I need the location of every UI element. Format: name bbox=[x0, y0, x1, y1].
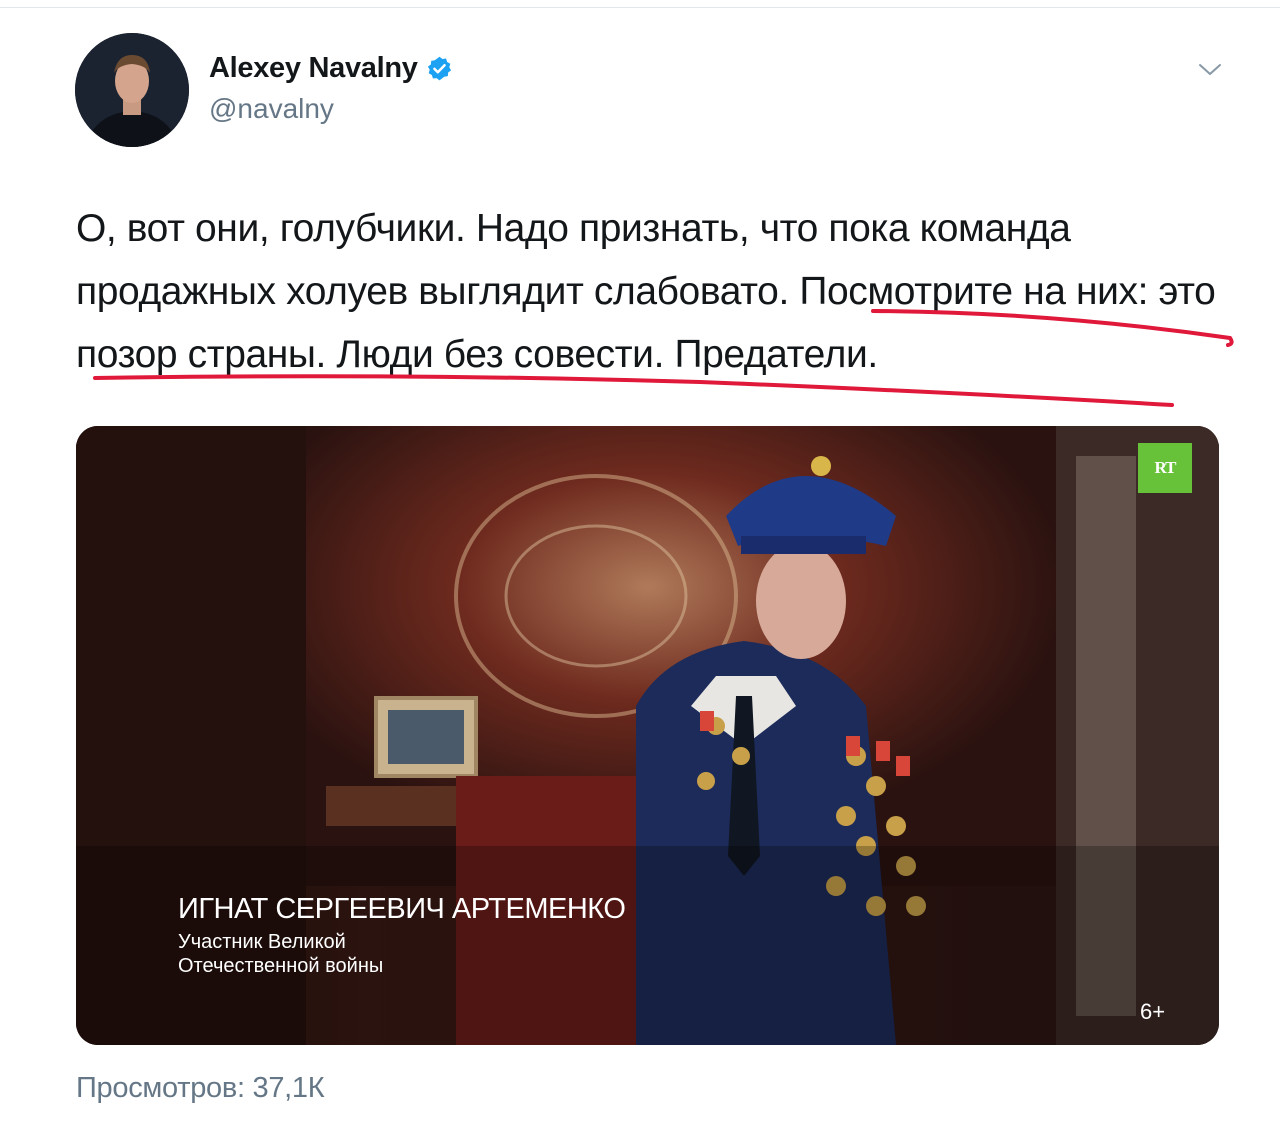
age-rating-badge: 6+ bbox=[1140, 999, 1166, 1024]
channel-logo: RT bbox=[1138, 443, 1192, 493]
avatar[interactable] bbox=[75, 33, 189, 147]
view-count: Просмотров: 37,1К bbox=[76, 1072, 325, 1104]
tweet-text: О, вот они, голубчики. Надо признать, чт… bbox=[76, 207, 1216, 376]
author-handle[interactable]: @navalny bbox=[209, 93, 334, 125]
author-name-row[interactable]: Alexey Navalny bbox=[209, 52, 453, 85]
author-display-name[interactable]: Alexey Navalny bbox=[209, 52, 418, 85]
video-player[interactable]: RT ИГНАТ СЕРГЕЕВИЧ АРТЕМЕНКО Участник Ве… bbox=[76, 426, 1219, 1045]
verified-badge-icon bbox=[427, 56, 451, 81]
top-divider bbox=[0, 7, 1280, 8]
video-caption-role: Участник Великой Отечественной войны bbox=[178, 931, 384, 977]
chevron-down-icon[interactable] bbox=[1197, 60, 1223, 80]
video-caption-name: ИГНАТ СЕРГЕЕВИЧ АРТЕМЕНКО bbox=[178, 893, 626, 925]
